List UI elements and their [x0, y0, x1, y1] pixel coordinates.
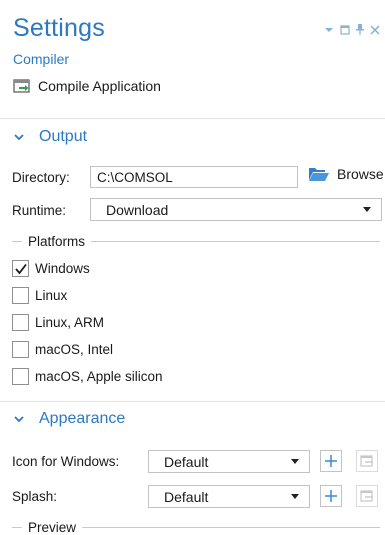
- platform-linux-arm-checkbox[interactable]: Linux, ARM: [12, 314, 104, 331]
- icon-for-windows-select[interactable]: Default: [148, 450, 310, 473]
- browse-label: Browse: [337, 166, 384, 182]
- checkbox-label: Windows: [35, 261, 90, 276]
- platform-macos-apple-silicon-checkbox[interactable]: macOS, Apple silicon: [12, 368, 163, 385]
- group-rule: [82, 527, 380, 528]
- preview-group: Preview: [12, 520, 380, 535]
- chevron-down-icon[interactable]: [324, 26, 334, 37]
- plus-icon: [325, 490, 337, 502]
- checkbox[interactable]: [12, 341, 29, 358]
- checkbox[interactable]: [12, 314, 29, 331]
- checkbox-label: macOS, Intel: [35, 342, 114, 357]
- divider: [0, 118, 385, 119]
- runtime-select-value: Download: [106, 201, 169, 218]
- platforms-group-label: Platforms: [28, 234, 86, 249]
- dropdown-caret-icon: [363, 207, 371, 212]
- directory-input[interactable]: [90, 166, 298, 188]
- add-splash-button[interactable]: [320, 485, 342, 507]
- compile-icon: [13, 78, 30, 93]
- preview-group-label: Preview: [28, 520, 77, 535]
- import-icon-button[interactable]: [356, 450, 378, 472]
- restore-icon[interactable]: [340, 24, 350, 38]
- checkbox-label: Linux, ARM: [35, 315, 105, 330]
- compile-application-label: Compile Application: [38, 78, 161, 94]
- window-controls: [324, 24, 380, 38]
- section-output-title: Output: [39, 128, 88, 145]
- chevron-down-icon: [14, 134, 24, 141]
- dropdown-caret-icon: [291, 494, 299, 499]
- checkmark-icon: [15, 263, 27, 275]
- page-subtitle: Compiler: [13, 51, 70, 67]
- splash-select[interactable]: Default: [148, 485, 310, 508]
- platform-macos-intel-checkbox[interactable]: macOS, Intel: [12, 341, 113, 358]
- icon-select-value: Default: [164, 453, 209, 470]
- dropdown-caret-icon: [291, 459, 299, 464]
- divider: [0, 401, 385, 402]
- checkbox-label: Linux: [35, 288, 68, 303]
- close-icon[interactable]: [370, 24, 380, 38]
- platform-linux-checkbox[interactable]: Linux: [12, 287, 67, 304]
- chevron-down-icon: [14, 416, 24, 423]
- runtime-label: Runtime:: [12, 203, 67, 218]
- group-rule: [91, 241, 380, 242]
- compile-application-button[interactable]: Compile Application: [13, 78, 161, 94]
- import-icon: [360, 490, 373, 502]
- pin-icon[interactable]: [356, 24, 364, 38]
- icon-for-windows-label: Icon for Windows:: [12, 454, 120, 469]
- platforms-group: Platforms: [12, 234, 380, 249]
- checkbox[interactable]: [12, 287, 29, 304]
- add-icon-button[interactable]: [320, 450, 342, 472]
- page-title: Settings: [13, 14, 105, 42]
- checkbox[interactable]: [12, 368, 29, 385]
- splash-label: Splash:: [12, 489, 58, 504]
- import-splash-button[interactable]: [356, 485, 378, 507]
- splash-select-value: Default: [164, 488, 209, 505]
- import-icon: [360, 455, 373, 467]
- platform-windows-checkbox[interactable]: Windows: [12, 260, 90, 277]
- section-appearance-title: Appearance: [39, 410, 126, 427]
- checkbox[interactable]: [12, 260, 29, 277]
- group-rule: [12, 527, 22, 528]
- folder-open-icon: [309, 168, 329, 181]
- browse-button[interactable]: Browse: [308, 166, 384, 182]
- plus-icon: [325, 455, 337, 467]
- section-appearance-header[interactable]: Appearance: [13, 410, 125, 428]
- section-output-header[interactable]: Output: [13, 128, 87, 146]
- directory-label: Directory:: [12, 170, 70, 185]
- checkbox-label: macOS, Apple silicon: [35, 369, 163, 384]
- group-rule: [12, 241, 22, 242]
- runtime-select[interactable]: Download: [90, 198, 382, 221]
